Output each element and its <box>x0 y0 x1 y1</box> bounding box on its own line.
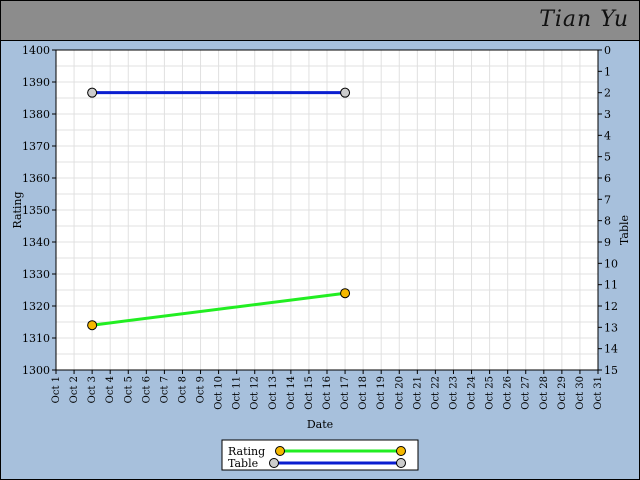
x-tick-label: Oct 9 <box>196 376 207 403</box>
x-tick-label: Oct 18 <box>358 376 369 410</box>
x-tick-label: Oct 24 <box>467 376 478 410</box>
x-tick-label: Oct 4 <box>105 376 116 403</box>
legend-marker-table <box>396 458 406 468</box>
y2-tick-label: 10 <box>604 257 618 270</box>
y-tick-label: 1310 <box>22 332 50 345</box>
x-tick-label: Oct 20 <box>394 376 405 410</box>
y2-tick-label: 3 <box>604 108 611 121</box>
x-tick-label: Oct 17 <box>340 376 351 410</box>
x-tick-label: Oct 7 <box>159 376 170 403</box>
x-tick-label: Oct 19 <box>376 376 387 410</box>
x-tick-label: Oct 14 <box>286 376 297 410</box>
y-tick-label: 1300 <box>22 364 50 377</box>
y2-tick-label: 8 <box>604 215 611 228</box>
data-point-table <box>340 87 351 98</box>
x-tick-label: Oct 11 <box>232 376 243 410</box>
y-tick-label: 1400 <box>22 44 50 57</box>
y-tick-label: 1350 <box>22 204 50 217</box>
y-tick-label: 1370 <box>22 140 50 153</box>
x-axis-label: Date <box>307 418 333 431</box>
y2-tick-label: 7 <box>604 193 611 206</box>
legend-marker-table <box>269 458 279 468</box>
legend-label-table: Table <box>228 457 258 470</box>
x-tick-label: Oct 5 <box>123 376 134 403</box>
y2-tick-label: 4 <box>604 129 611 142</box>
y-tick-label: 1330 <box>22 268 50 281</box>
y2-tick-label: 5 <box>604 151 611 164</box>
data-point-rating <box>340 288 351 299</box>
x-tick-label: Oct 31 <box>593 376 604 410</box>
x-tick-label: Oct 30 <box>575 376 586 410</box>
legend-marker-rating <box>396 446 406 456</box>
y2-tick-label: 15 <box>604 364 618 377</box>
x-tick-label: Oct 23 <box>448 376 459 410</box>
x-tick-label: Oct 3 <box>87 376 98 403</box>
data-point-table <box>87 87 98 98</box>
x-tick-label: Oct 12 <box>250 376 261 410</box>
y2-tick-label: 0 <box>604 44 611 57</box>
y-tick-label: 1390 <box>22 76 50 89</box>
x-tick-label: Oct 28 <box>539 376 550 410</box>
y-tick-label: 1320 <box>22 300 50 313</box>
x-tick-label: Oct 22 <box>430 376 441 410</box>
x-tick-label: Oct 1 <box>51 376 62 403</box>
y-tick-label: 1360 <box>22 172 50 185</box>
y-tick-label: 1380 <box>22 108 50 121</box>
x-tick-label: Oct 29 <box>557 376 568 410</box>
data-point-rating <box>87 320 98 331</box>
x-tick-label: Oct 27 <box>521 376 532 410</box>
x-tick-label: Oct 15 <box>304 376 315 410</box>
rating-chart: Oct 1 Oct 2 Oct 3 Oct 4 Oct 5 Oct 6 Oct 7 Oct 8… <box>11 44 631 471</box>
y2-tick-label: 6 <box>604 172 611 185</box>
y-tick-label: 1340 <box>22 236 50 249</box>
y2-tick-label: 12 <box>604 300 618 313</box>
x-tick-label: Oct 8 <box>177 376 188 403</box>
x-tick-label: Oct 16 <box>322 376 333 410</box>
y2-tick-label: 11 <box>604 279 618 292</box>
y2-tick-label: 14 <box>604 343 618 356</box>
x-tick-label: Oct 2 <box>69 376 80 403</box>
x-tick-label: Oct 26 <box>503 376 514 410</box>
y2-tick-label: 9 <box>604 236 611 249</box>
x-tick-label: Oct 6 <box>141 376 152 403</box>
y2-tick-label: 1 <box>604 65 611 78</box>
y2-tick-label: 13 <box>604 321 618 334</box>
y2-axis-label: Table <box>618 215 631 245</box>
y2-tick-label: 2 <box>604 87 611 100</box>
x-tick-label: Oct 25 <box>485 376 496 410</box>
x-tick-label: Oct 10 <box>214 376 225 410</box>
legend-marker-rating <box>275 446 285 456</box>
x-tick-label: Oct 21 <box>412 376 423 410</box>
x-tick-label: Oct 13 <box>268 376 279 410</box>
y-axis-label: Rating <box>11 191 24 228</box>
